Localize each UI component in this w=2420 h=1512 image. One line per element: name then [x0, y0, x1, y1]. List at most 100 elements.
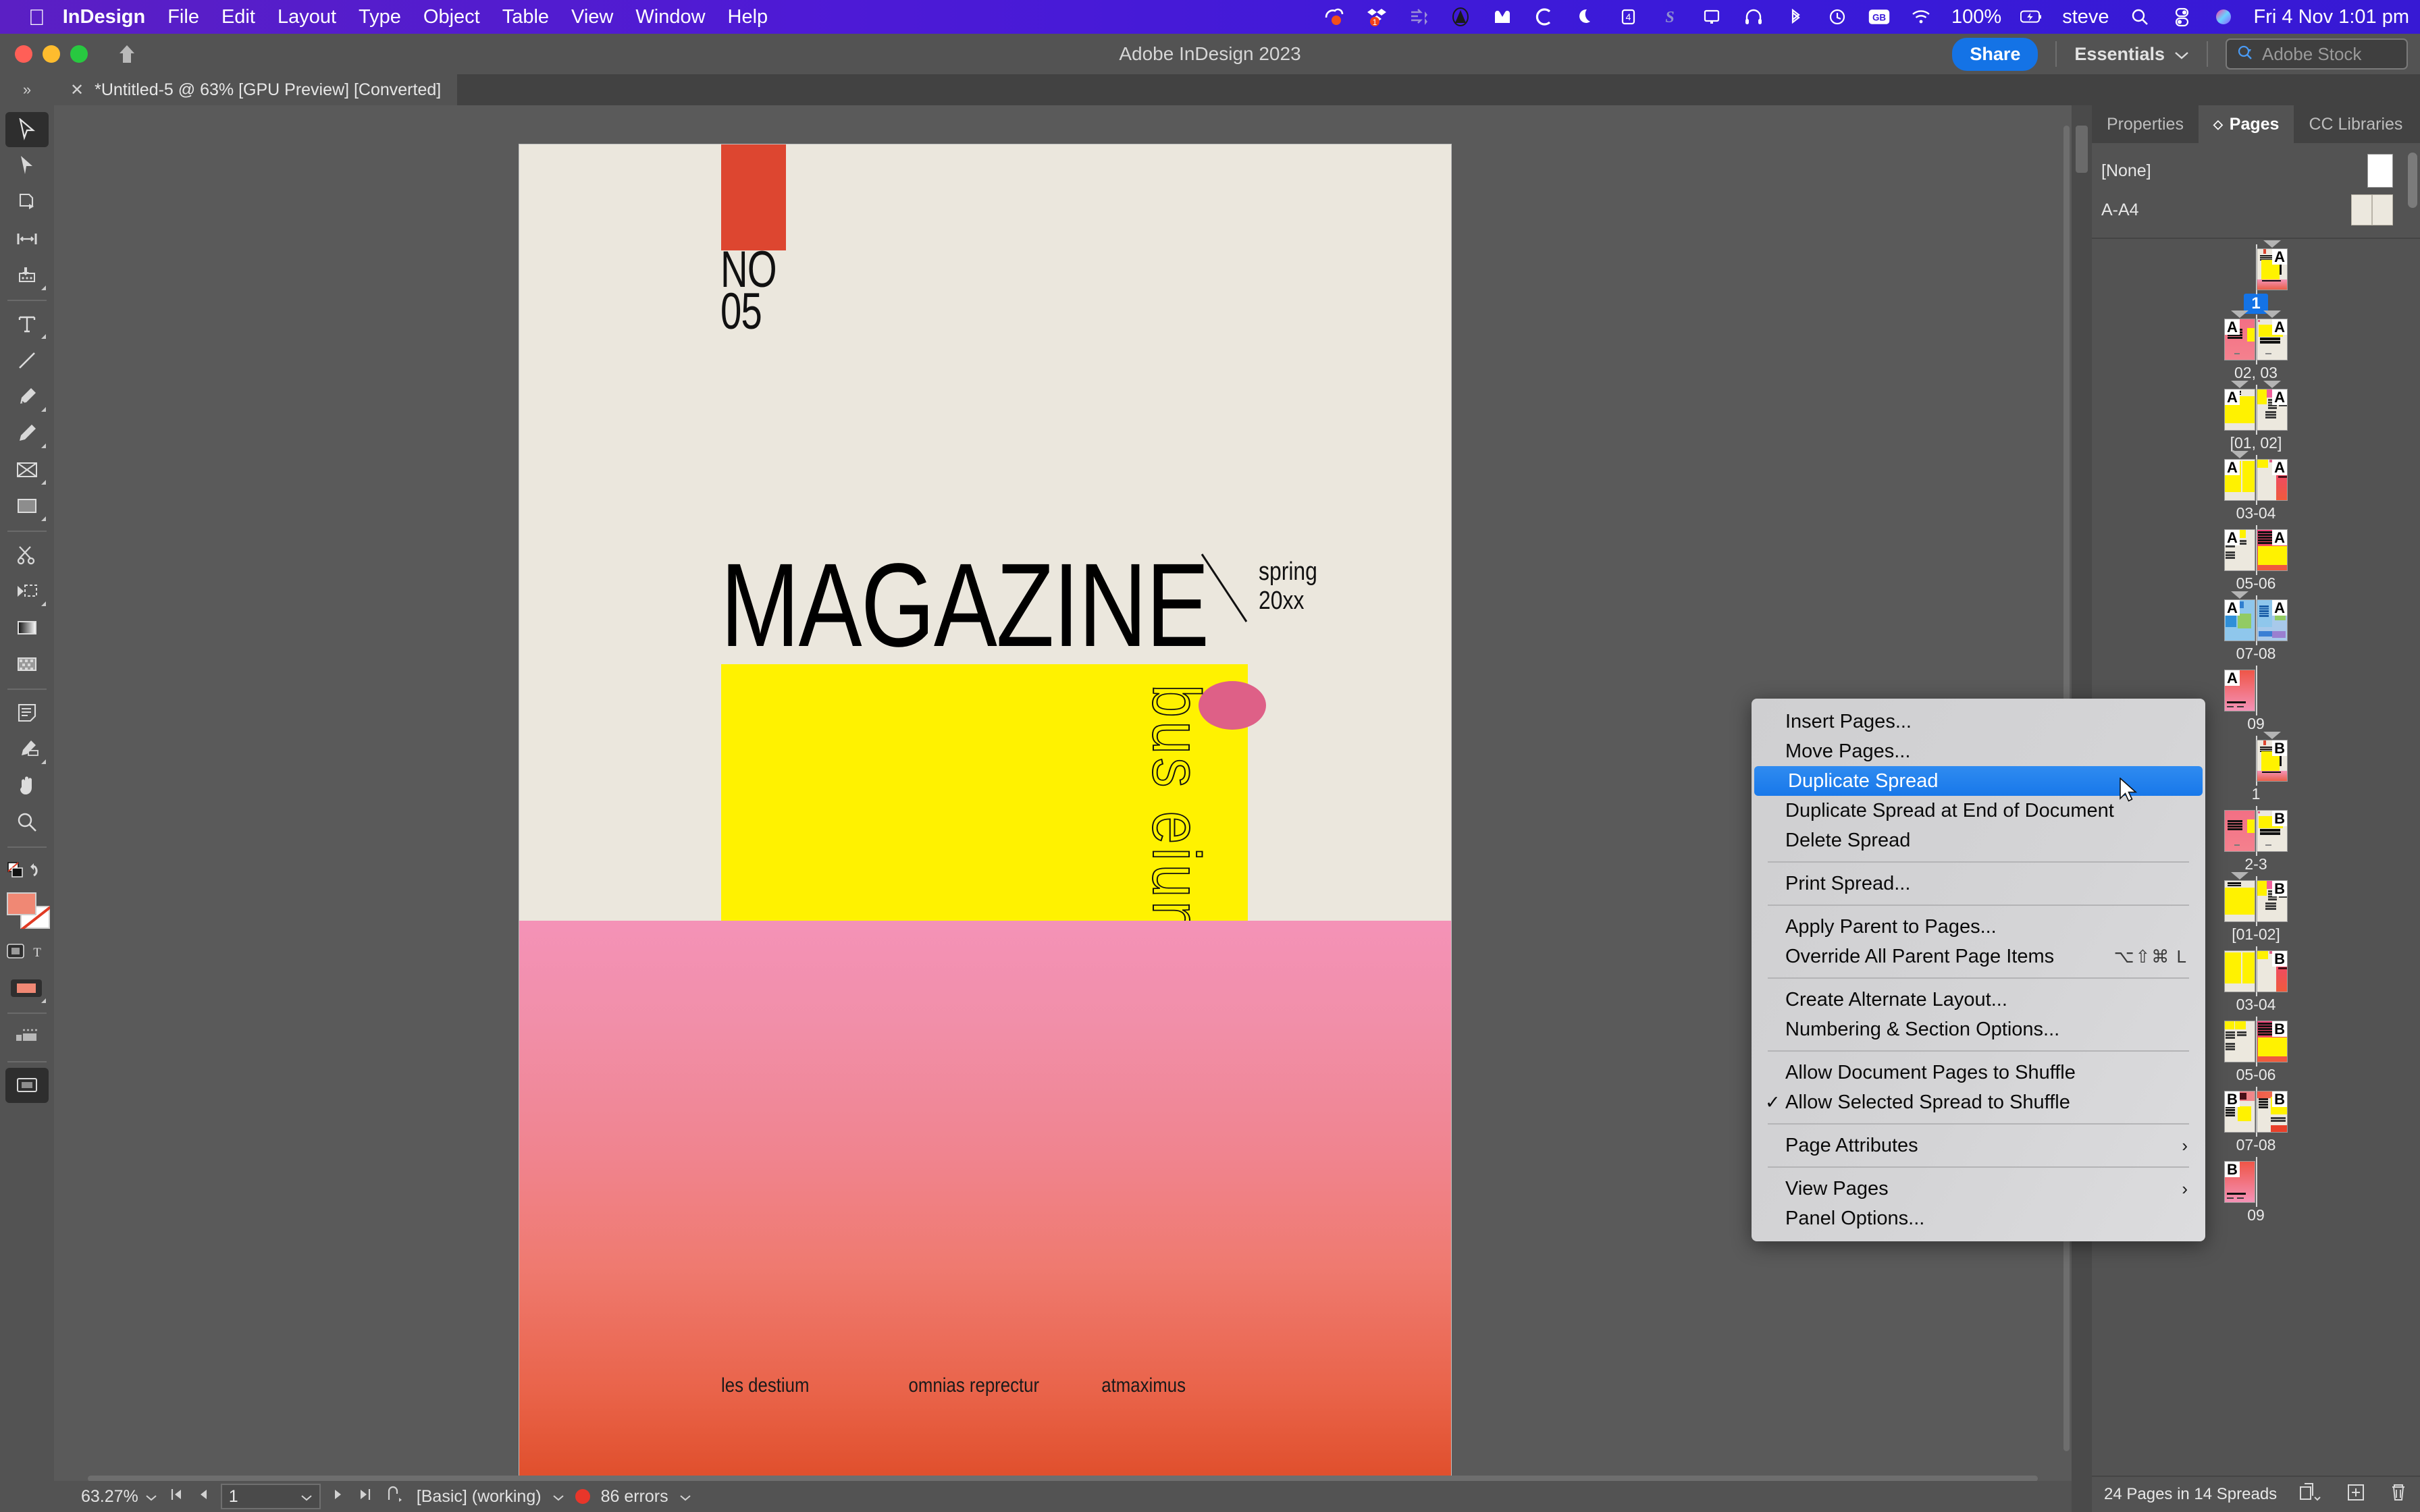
dropbox-icon[interactable]: 1	[1365, 5, 1388, 28]
search-icon[interactable]	[2128, 5, 2151, 28]
gradient-swatch-tool[interactable]	[5, 610, 49, 645]
document-tab[interactable]: ✕ *Untitled-5 @ 63% [GPU Preview] [Conve…	[54, 74, 457, 105]
fill-stroke-swatches[interactable]	[5, 892, 49, 934]
time-machine-icon[interactable]	[1826, 5, 1849, 28]
menu-table[interactable]: Table	[502, 6, 549, 28]
page-thumbnail[interactable]: A	[2257, 599, 2288, 641]
first-page-button[interactable]	[168, 1486, 184, 1507]
close-tab-icon[interactable]: ✕	[70, 80, 84, 100]
menu-item-allow-document-pages-to-shuffle[interactable]: Allow Document Pages to Shuffle	[1752, 1058, 2205, 1087]
rectangle-tool[interactable]	[5, 489, 49, 524]
parents-scrollbar[interactable]	[2408, 153, 2417, 208]
page-thumbnail[interactable]: A	[2224, 389, 2255, 431]
menu-file[interactable]: File	[167, 6, 199, 28]
menu-item-move-pages[interactable]: Move Pages...	[1752, 736, 2205, 766]
hand-tool[interactable]	[5, 768, 49, 803]
free-transform-tool[interactable]	[5, 574, 49, 609]
spread-item[interactable]: A A05-06	[2092, 529, 2420, 593]
input-language-icon[interactable]: GB	[1868, 5, 1891, 28]
menu-indesign[interactable]: InDesign	[63, 6, 145, 28]
control-center-icon[interactable]	[2170, 5, 2193, 28]
bluetooth-icon[interactable]	[1784, 5, 1807, 28]
page-thumbnail[interactable]: A	[2224, 319, 2255, 360]
menu-item-create-alternate-layout[interactable]: Create Alternate Layout...	[1752, 985, 2205, 1015]
workspace-switcher[interactable]: Essentials	[2074, 44, 2189, 65]
scissors-tool[interactable]	[5, 537, 49, 572]
collapse-panels-icon[interactable]: »	[0, 74, 54, 105]
menu-item-apply-parent-to-pages[interactable]: Apply Parent to Pages...	[1752, 912, 2205, 942]
note-tool[interactable]	[5, 695, 49, 730]
siri-icon[interactable]	[2212, 5, 2235, 28]
page-thumbnail[interactable]: A	[2224, 670, 2255, 711]
view-mode-normal-icon[interactable]	[5, 1019, 49, 1054]
spread-item[interactable]: A A03-04	[2092, 459, 2420, 522]
page-thumbnail[interactable]: A	[2224, 599, 2255, 641]
apply-color-controls[interactable]	[5, 853, 49, 888]
parent-row-none[interactable]: [None]	[2092, 151, 2420, 190]
page-thumbnail[interactable]: A	[2224, 459, 2255, 501]
apply-color-button[interactable]	[5, 971, 49, 1006]
menu-item-page-attributes[interactable]: Page Attributes›	[1752, 1131, 2205, 1160]
malwarebytes-icon[interactable]	[1491, 5, 1514, 28]
panel-menu-icon[interactable]	[2417, 105, 2420, 143]
adobe-icon[interactable]	[1449, 5, 1472, 28]
tab-cc-libraries[interactable]: CC Libraries	[2294, 105, 2417, 143]
menu-type[interactable]: Type	[359, 6, 401, 28]
spread-item[interactable]: A A[01, 02]	[2092, 389, 2420, 452]
zoom-tool[interactable]	[5, 805, 49, 840]
menu-view[interactable]: View	[571, 6, 613, 28]
menu-edit[interactable]: Edit	[221, 6, 255, 28]
skype-icon[interactable]: S	[1658, 5, 1681, 28]
menu-item-allow-selected-spread-to-shuffle[interactable]: ✓Allow Selected Spread to Shuffle	[1752, 1087, 2205, 1117]
menu-item-print-spread[interactable]: Print Spread...	[1752, 869, 2205, 898]
pen-tool[interactable]	[5, 379, 49, 414]
tab-properties[interactable]: Properties	[2092, 105, 2199, 143]
chevron-down-icon[interactable]	[300, 1487, 313, 1507]
menu-layout[interactable]: Layout	[278, 6, 336, 28]
page-thumbnail[interactable]: B	[2257, 810, 2288, 852]
menu-item-insert-pages[interactable]: Insert Pages...	[1752, 707, 2205, 736]
page-number-field[interactable]: 1	[221, 1484, 321, 1509]
page-thumbnail[interactable]: B	[2257, 950, 2288, 992]
menu-item-panel-options[interactable]: Panel Options...	[1752, 1204, 2205, 1233]
menu-item-delete-spread[interactable]: Delete Spread	[1752, 826, 2205, 855]
tab-pages[interactable]: ◇ Pages	[2199, 105, 2294, 143]
previous-page-button[interactable]	[196, 1486, 210, 1507]
menu-window[interactable]: Window	[635, 6, 705, 28]
line-tool[interactable]	[5, 343, 49, 378]
share-button[interactable]: Share	[1952, 38, 2038, 71]
screen-mode-tool[interactable]	[5, 1068, 49, 1103]
page-thumbnail[interactable]: A	[2257, 459, 2288, 501]
content-collector-tool[interactable]	[5, 258, 49, 293]
creative-cloud-icon[interactable]	[1323, 5, 1346, 28]
magazine-cover-page[interactable]: NO05 MAGAZINE spring20xx bus eiundi. les…	[519, 144, 1451, 1477]
page-thumbnail[interactable]: B	[2224, 1161, 2255, 1203]
display-icon[interactable]	[1700, 5, 1723, 28]
new-page-icon[interactable]	[2346, 1482, 2366, 1507]
type-tool[interactable]	[5, 306, 49, 342]
direct-selection-tool[interactable]	[5, 148, 49, 184]
menu-item-override-all-parent-page-items[interactable]: Override All Parent Page Items⌥⇧⌘ L	[1752, 942, 2205, 971]
last-page-button[interactable]	[357, 1486, 373, 1507]
page-thumbnail[interactable]	[2224, 810, 2255, 852]
page-thumbnail[interactable]: B	[2257, 740, 2288, 782]
new-page-from-parent-icon[interactable]	[2298, 1482, 2323, 1507]
page-thumbnail[interactable]	[2224, 880, 2255, 922]
cleanmymac-icon[interactable]	[1533, 5, 1556, 28]
parent-none-thumbnail[interactable]	[2367, 154, 2393, 188]
formatting-affects-container[interactable]: T	[5, 934, 49, 969]
fill-swatch[interactable]	[7, 892, 36, 915]
chevron-down-icon[interactable]	[552, 1487, 564, 1507]
page-thumbnail[interactable]: B	[2257, 880, 2288, 922]
menu-item-numbering-section-options[interactable]: Numbering & Section Options...	[1752, 1015, 2205, 1044]
page-thumbnail[interactable]	[2224, 950, 2255, 992]
spread-item[interactable]: A1	[2092, 248, 2420, 314]
pencil-tool[interactable]	[5, 416, 49, 451]
preflight-icon[interactable]	[384, 1485, 406, 1509]
battery-icon[interactable]	[2020, 5, 2043, 28]
page-tool[interactable]	[5, 185, 49, 220]
parent-row-a-a4[interactable]: A-A4	[2092, 190, 2420, 230]
clock-datetime[interactable]: Fri 4 Nov 1:01 pm	[2254, 6, 2409, 28]
apple-logo-icon[interactable]: 	[28, 6, 45, 28]
adobe-stock-search[interactable]: Adobe Stock	[2226, 38, 2408, 70]
